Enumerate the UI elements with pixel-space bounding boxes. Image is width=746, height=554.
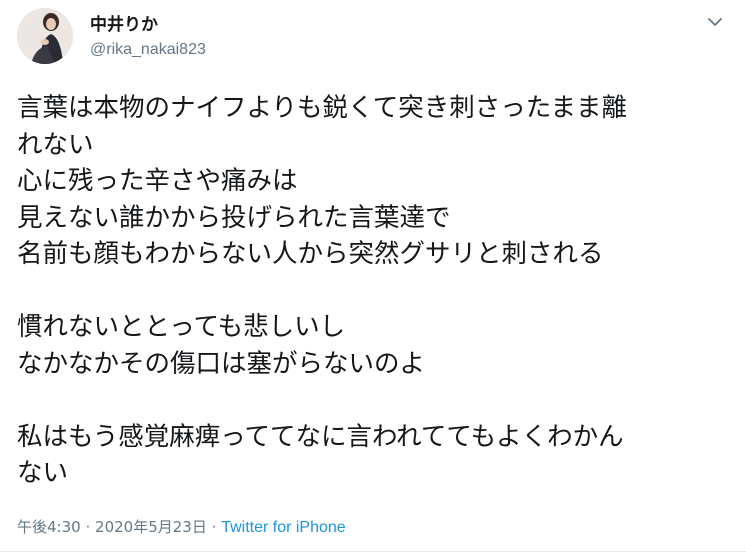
tweet-meta: 午後4:30 · 2020年5月23日 · Twitter for iPhone [17, 517, 346, 538]
paragraph-break [17, 273, 732, 310]
tweet-text-line: ない [17, 458, 69, 488]
tweet-text: 言葉は本物のナイフよりも鋭くて突き刺さったまま離 れない 心に残った辛さや痛みは… [17, 90, 732, 492]
tweet-text-line: 心に残った辛さや痛みは [17, 166, 298, 196]
tweet-time[interactable]: 午後4:30 [17, 518, 81, 536]
avatar[interactable] [17, 8, 73, 64]
avatar-photo [17, 8, 73, 64]
tweet-text-line: 言葉は本物のナイフよりも鋭くて突き刺さったまま離 [17, 93, 627, 123]
paragraph-break [17, 382, 732, 419]
tweet-text-line: 見えない誰かから投げられた言葉達で [17, 202, 451, 233]
tweet-source-link[interactable]: Twitter for iPhone [221, 519, 346, 536]
user-handle[interactable]: @rika_nakai823 [90, 40, 206, 60]
tweet-card: 中井りか @rika_nakai823 言葉は本物のナイフよりも鋭くて突き刺さっ… [0, 0, 746, 554]
tweet-text-line: なかなかその傷口は塞がらないのよ [17, 348, 426, 379]
chevron-down-icon[interactable] [705, 14, 725, 30]
divider [0, 551, 746, 552]
tweet-text-line: れない [17, 129, 94, 160]
tweet-text-line: 慣れないととっても悲しいし [17, 312, 346, 342]
tweet-text-line: 私はもう感覚麻痺っててなに言われててもよくわかん [17, 421, 624, 452]
tweet-date[interactable]: 2020年5月23日 [95, 518, 207, 536]
tweet-text-line: 名前も顔もわからない人から突然グサリと刺される [17, 239, 604, 269]
display-name[interactable]: 中井りか [90, 15, 158, 35]
